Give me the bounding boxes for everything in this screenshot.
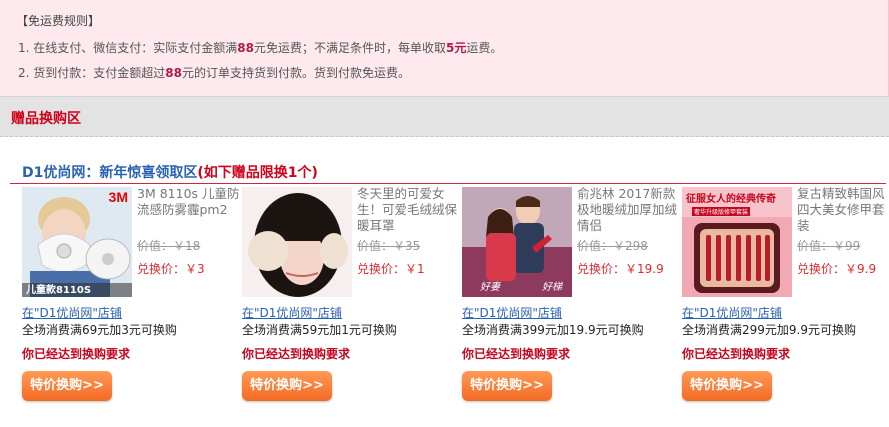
exchange-button[interactable]: 特价换购>> [682,371,772,401]
product-name[interactable]: 俞兆林 2017新款极地暖绒加厚加绒情侣 [577,186,682,234]
original-price: 价值：￥18 [137,239,201,253]
brand-logo: 3M [108,189,128,205]
image-subline: 奢华升级版修甲套装 [692,207,751,216]
eligibility-status: 你已经达到换购要求 [22,347,131,361]
exchange-button[interactable]: 特价换购>> [462,371,552,401]
exchange-condition: 全场消费满299元加9.9元可换购 [682,323,856,337]
original-price: 价值：￥99 [797,239,861,253]
exchange-price: 兑换价：￥9.9 [797,262,877,276]
exchange-condition: 全场消费满69元加3元可换购 [22,323,177,337]
shop-link[interactable]: 在"D1优尚网"店铺 [22,304,122,321]
exchange-button[interactable]: 特价换购>> [242,371,332,401]
exchange-price: 兑换价：￥19.9 [577,262,664,276]
exchange-price: 兑换价：￥1 [357,262,425,276]
product-image-manicure-set[interactable]: 征服女人的经典传奇 奢华升级版修甲套装 [682,187,792,297]
product-card: 征服女人的经典传奇 奢华升级版修甲套装 复古精致韩国风四大美女修甲套装 价值：￥… [682,186,889,427]
product-card: 好妻 好梯 俞兆林 2017新款极地暖绒加厚加绒情侣 价值：￥298 兑换价：￥… [462,186,682,427]
shop-link[interactable]: 在"D1优尚网"店铺 [462,304,562,321]
image-caption-left: 好妻 [480,282,500,293]
shipping-rules-panel: 【免运费规则】 1. 在线支付、微信支付：实际支付金额满88元免运费；不满足条件… [0,0,889,96]
product-name[interactable]: 冬天里的可爱女生！可爱毛绒绒保暖耳罩 [357,186,462,234]
exchange-condition: 全场消费满399元加19.9元可换购 [462,323,644,337]
image-headline: 征服女人的经典传奇 [686,194,776,205]
eligibility-status: 你已经达到换购要求 [682,347,791,361]
eligibility-status: 你已经达到换购要求 [242,347,351,361]
product-name[interactable]: 3M 8110s 儿童防流感防雾霾pm2 [137,186,242,218]
product-name[interactable]: 复古精致韩国风四大美女修甲套装 [797,186,889,234]
exchange-price: 兑换价：￥3 [137,262,205,276]
rule-line-1: 1. 在线支付、微信支付：实际支付金额满88元免运费；不满足条件时，每单收取5元… [18,41,503,55]
section-header: D1优尚网：新年惊喜领取区(如下赠品限换1个) [10,162,886,184]
shop-link[interactable]: 在"D1优尚网"店铺 [682,304,782,321]
gift-zone-header: 赠品换购区 [0,96,889,137]
shop-link[interactable]: 在"D1优尚网"店铺 [242,304,342,321]
gift-zone-title: 赠品换购区 [11,111,81,127]
rule-line-2: 2. 货到付款：支付金额超过88元的订单支持货到付款。货到付款免运费。 [18,66,410,80]
section-title[interactable]: D1优尚网：新年惊喜领取区(如下赠品限换1个) [22,162,318,182]
exchange-condition: 全场消费满59元加1元可换购 [242,323,397,337]
original-price: 价值：￥35 [357,239,421,253]
image-caption-right: 好梯 [542,282,562,293]
product-card: 冬天里的可爱女生！可爱毛绒绒保暖耳罩 价值：￥35 兑换价：￥1 在"D1优尚网… [242,186,462,427]
exchange-button[interactable]: 特价换购>> [22,371,112,401]
product-image-earmuffs[interactable] [242,187,352,297]
image-caption: 儿童款8110S [26,285,92,296]
eligibility-status: 你已经达到换购要求 [462,347,571,361]
product-image-couple-wear[interactable]: 好妻 好梯 [462,187,572,297]
product-card: 3M 儿童款8110S 3M 8110s 儿童防流感防雾霾pm2 价值：￥18 … [22,186,242,427]
original-price: 价值：￥298 [577,239,648,253]
rules-heading: 【免运费规则】 [16,14,101,28]
product-image-mask[interactable]: 3M 儿童款8110S [22,187,132,297]
